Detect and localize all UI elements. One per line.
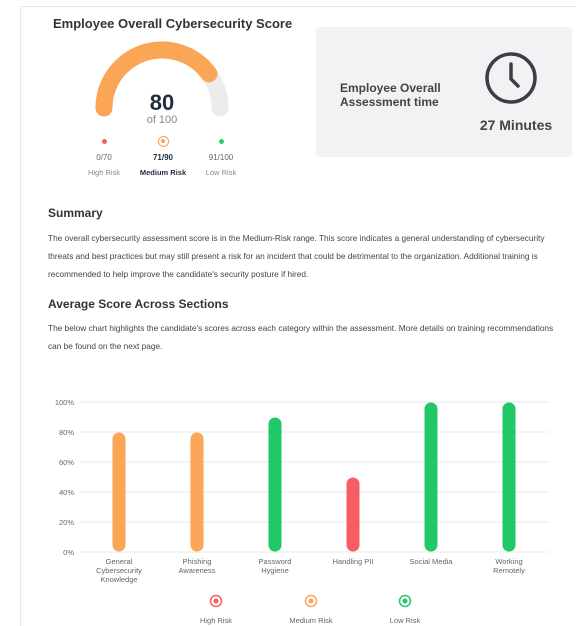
summary-text: The overall cybersecurity assessment sco… [48,233,545,279]
clock-icon [485,52,537,104]
sections-text: The below chart highlights the candidate… [48,323,554,351]
assessment-time-value: 27 Minutes [479,117,553,133]
assessment-time-card: Employee Overall Assessment time 27 Minu… [316,27,572,157]
risk-level-medium: 71/90 Medium Risk [133,136,193,177]
sections-heading: Average Score Across Sections [48,297,229,311]
low-risk-dot-icon [218,139,224,144]
risk-level-low: 91/100 Low Risk [191,136,251,177]
risk-range: 91/100 [208,153,234,162]
assessment-time-label: Employee Overall Assessment time [340,81,441,109]
risk-label: Low Risk [205,168,237,177]
score-card-title: Employee Overall Cybersecurity Score [53,16,293,31]
summary-heading: Summary [48,206,103,220]
risk-label: High Risk [87,168,121,177]
high-risk-dot-icon [101,139,107,144]
risk-range: 71/90 [152,153,174,162]
score-of-total: of 100 [146,114,178,126]
score-value: 80 [149,90,175,115]
medium-risk-ring-icon [157,136,169,147]
risk-level-high: 0/70 High Risk [74,136,134,177]
risk-label: Medium Risk [139,168,187,177]
risk-range: 0/70 [96,153,112,162]
